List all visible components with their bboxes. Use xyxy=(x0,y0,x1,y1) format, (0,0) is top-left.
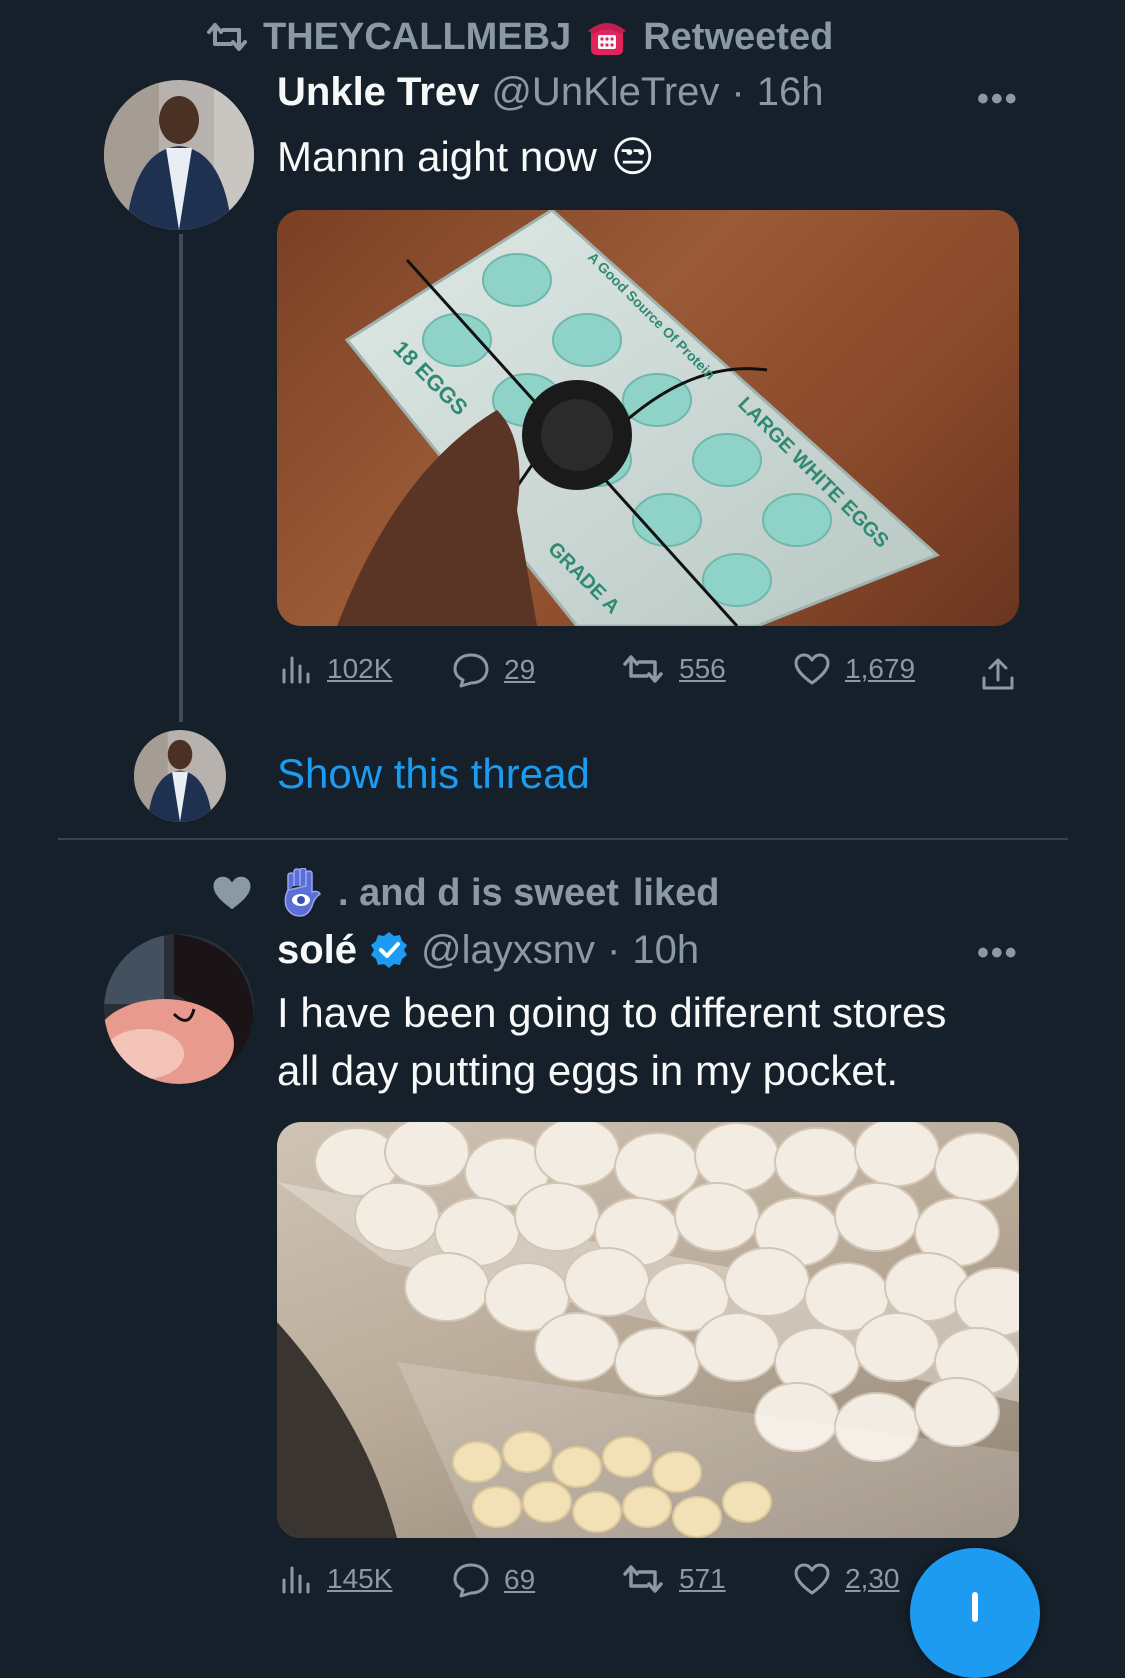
retweet-context: THEYCALLMEBJ Retweeted xyxy=(205,14,833,60)
liker-name[interactable]: . and d is sweet xyxy=(338,872,619,915)
reply-stat[interactable]: 69 xyxy=(452,1562,535,1598)
like-stat[interactable]: 1,679 xyxy=(793,652,915,686)
thread-avatar-photo xyxy=(134,730,226,822)
reply-stat[interactable]: 29 xyxy=(452,652,535,688)
retweet-stat[interactable]: 571 xyxy=(621,1562,726,1596)
avatar[interactable] xyxy=(104,80,254,230)
tweet-time[interactable]: 16h xyxy=(757,70,824,115)
tweet-text-content: Mannn aight now xyxy=(277,133,597,180)
author-name[interactable]: Unkle Trev xyxy=(277,70,479,115)
egg xyxy=(854,1122,940,1187)
avatar-photo xyxy=(104,80,254,230)
like-context-icon xyxy=(213,876,251,910)
separator-dot: · xyxy=(607,927,621,972)
egg xyxy=(534,1122,620,1187)
author-handle[interactable]: @layxsnv xyxy=(421,928,595,973)
reply-count: 29 xyxy=(504,654,536,685)
like-icon xyxy=(794,1563,830,1595)
separator-dot: · xyxy=(731,70,745,114)
egg xyxy=(514,1182,600,1252)
views-icon xyxy=(282,1566,310,1594)
like-action: liked xyxy=(632,871,720,914)
egg xyxy=(854,1312,940,1382)
like-context: . and d is sweet liked xyxy=(210,866,719,920)
egg xyxy=(354,1182,440,1252)
reply-icon xyxy=(453,653,489,688)
show-thread-link[interactable]: Show this thread xyxy=(277,750,590,798)
compose-button[interactable] xyxy=(910,1548,1040,1678)
tweet-time[interactable]: 10h xyxy=(632,928,699,973)
tweet-photo[interactable]: 18 EGGS A Good Source Of Protein LARGE W… xyxy=(277,210,1019,626)
egg xyxy=(774,1127,860,1197)
egg xyxy=(614,1132,700,1202)
egg xyxy=(534,1312,620,1382)
egg xyxy=(724,1247,810,1317)
retweet-icon xyxy=(623,1565,663,1593)
egg xyxy=(834,1182,920,1252)
share-icon[interactable] xyxy=(980,656,1016,697)
tweet-text-line-1: I have been going to different stores xyxy=(277,989,947,1036)
like-stat[interactable]: 2,30 xyxy=(793,1562,900,1596)
tweet-header: Unkle Trev @UnKleTrev · 16h xyxy=(277,70,823,126)
verified-icon xyxy=(371,932,408,968)
egg xyxy=(674,1182,760,1252)
egg xyxy=(614,1327,700,1397)
egg xyxy=(914,1377,1000,1447)
egg xyxy=(404,1252,490,1322)
tweet-header: solé @layxsnv · 10h xyxy=(277,922,699,978)
more-icon[interactable]: ••• xyxy=(977,80,1025,118)
like-count: 2,30 xyxy=(845,1563,900,1594)
views-icon xyxy=(282,656,310,684)
telephone-icon xyxy=(588,23,627,55)
unamused-emoji: 😒 xyxy=(610,133,655,180)
author-name[interactable]: solé xyxy=(277,928,357,973)
thread-avatar[interactable] xyxy=(134,730,226,822)
retweet-count: 556 xyxy=(679,653,726,684)
hamsa-icon xyxy=(284,868,321,917)
reply-count: 69 xyxy=(504,1564,536,1595)
egg xyxy=(934,1132,1019,1202)
tweet-photo[interactable] xyxy=(277,1122,1019,1538)
author-handle[interactable]: @UnKleTrev xyxy=(491,70,719,115)
tweet-text-line-2: all day putting eggs in my pocket. xyxy=(277,1047,899,1094)
retweet-count: 571 xyxy=(679,1563,726,1594)
reply-icon xyxy=(453,1563,489,1598)
thread-line xyxy=(179,234,183,722)
views-stat[interactable]: 145K xyxy=(279,1562,392,1596)
tweet-text: I have been going to different stores al… xyxy=(277,984,1037,1100)
like-count: 1,679 xyxy=(845,653,916,684)
retweeter-name[interactable]: THEYCALLMEBJ xyxy=(263,16,571,59)
tweet-divider xyxy=(58,838,1068,840)
views-count: 145K xyxy=(327,1563,393,1594)
eggs-image xyxy=(277,1122,1019,1538)
retweet-icon xyxy=(207,23,247,51)
egg xyxy=(384,1122,470,1187)
avatar[interactable] xyxy=(104,934,254,1084)
egg-carton-image: 18 EGGS A Good Source Of Protein LARGE W… xyxy=(337,210,940,626)
views-stat[interactable]: 102K xyxy=(279,652,392,686)
retweet-stat[interactable]: 556 xyxy=(621,652,726,686)
retweet-action: Retweeted xyxy=(643,15,834,58)
egg xyxy=(694,1312,780,1382)
egg xyxy=(564,1247,650,1317)
retweet-icon xyxy=(623,655,663,683)
avatar-photo xyxy=(104,934,254,1084)
like-icon xyxy=(794,653,830,685)
more-icon[interactable]: ••• xyxy=(977,934,1025,972)
tweet-text: Mannn aight now 😒 xyxy=(277,128,655,186)
compose-icon xyxy=(972,1592,978,1622)
egg xyxy=(694,1122,780,1192)
views-count: 102K xyxy=(327,653,393,684)
